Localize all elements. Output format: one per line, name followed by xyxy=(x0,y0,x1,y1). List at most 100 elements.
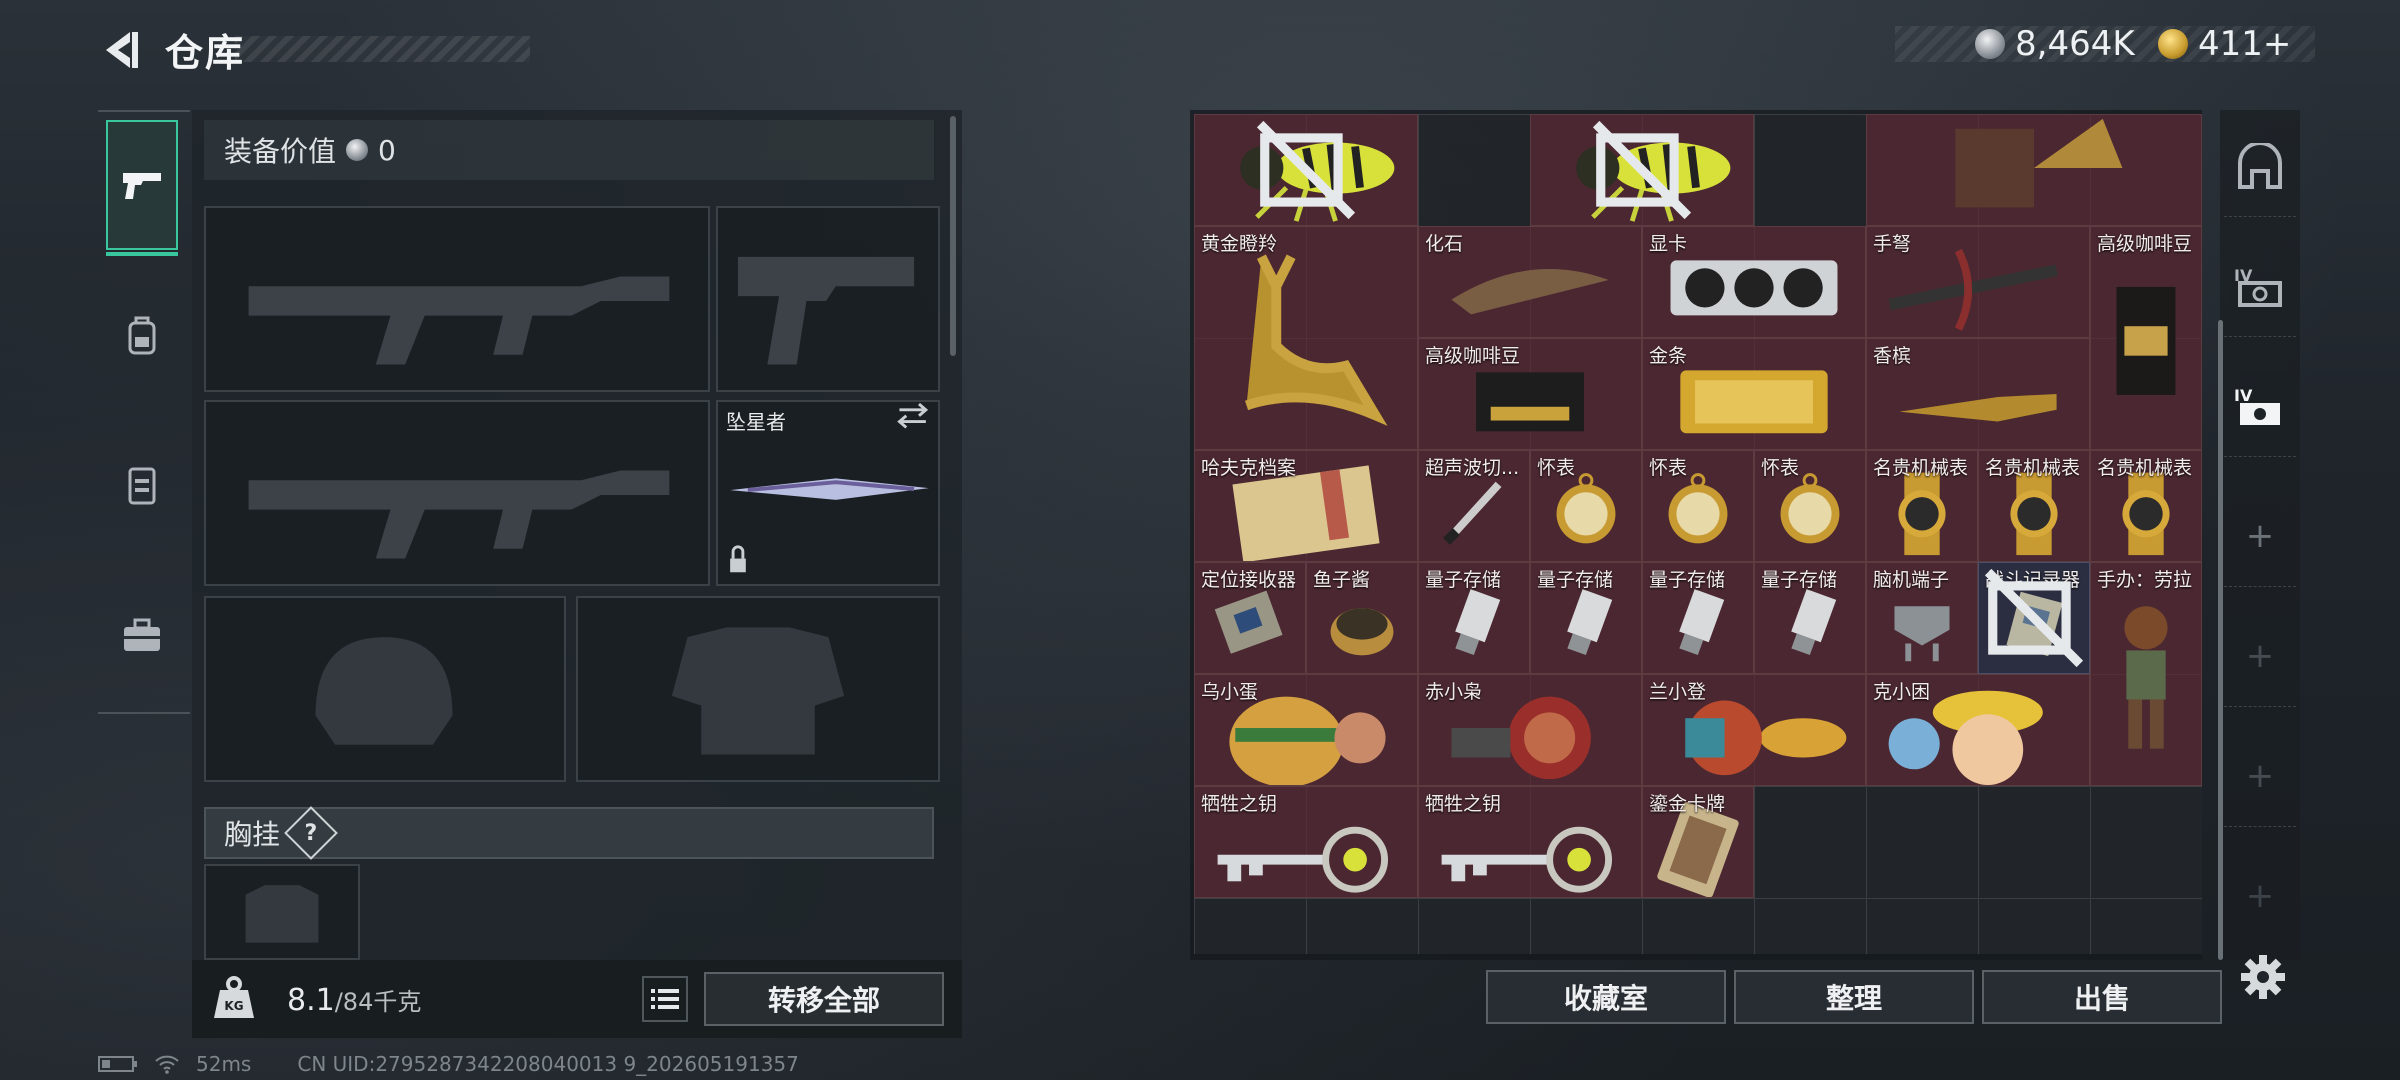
primary-weapon-slot-2[interactable] xyxy=(204,400,710,586)
item-name: 手弩 xyxy=(1873,233,1912,255)
storage-item[interactable]: 化石 xyxy=(1418,226,1642,338)
add-storage-tab-button[interactable]: + xyxy=(2224,486,2296,587)
rail-tab-backpack[interactable] xyxy=(106,270,178,400)
storage-item[interactable] xyxy=(1194,114,1418,226)
back-button[interactable] xyxy=(98,28,142,72)
silver-coin-icon xyxy=(346,139,369,161)
category-rail xyxy=(98,110,190,714)
backpack-icon xyxy=(128,316,156,355)
storage-item[interactable]: 脑机端子 xyxy=(1866,562,1978,674)
storage-item[interactable] xyxy=(1530,114,1754,226)
storage-item[interactable]: 量子存储 xyxy=(1530,562,1642,674)
equipment-scrollbar[interactable] xyxy=(950,116,956,356)
item-name: 超声波切... xyxy=(1425,457,1520,479)
coffee-item-icon xyxy=(2116,286,2176,395)
storage-item[interactable]: 量子存储 xyxy=(1754,562,1866,674)
item-name: 显卡 xyxy=(1649,233,1688,255)
storage-item[interactable]: 鎏金卡牌 xyxy=(1642,786,1754,898)
settings-button[interactable] xyxy=(2238,952,2288,1002)
add-storage-tab-button[interactable]: + xyxy=(2224,606,2296,707)
equipment-value-row: 装备价值 0 xyxy=(204,120,934,180)
collection-room-button[interactable]: 收藏室 xyxy=(1486,970,1726,1024)
storage-item[interactable]: 手弩 xyxy=(1866,226,2090,338)
storage-item[interactable]: 牺牲之钥 xyxy=(1418,786,1642,898)
helmet-slot[interactable] xyxy=(204,596,566,782)
item-name: 赤小枭 xyxy=(1425,681,1483,703)
armor-slot[interactable] xyxy=(576,596,940,782)
plus-icon: + xyxy=(2245,876,2275,916)
primary-weapon-slot[interactable] xyxy=(204,206,710,392)
item-name: 克小困 xyxy=(1873,681,1931,703)
rifle-silhouette-icon xyxy=(248,470,670,559)
item-name: 高级咖啡豆 xyxy=(1425,345,1521,367)
storage-item[interactable]: 怀表 xyxy=(1642,450,1754,562)
storage-item[interactable]: 乌小蛋 xyxy=(1194,674,1418,786)
storage-item[interactable]: 量子存储 xyxy=(1418,562,1530,674)
melee-weapon-slot[interactable]: 坠星者 xyxy=(716,400,940,586)
page-title: 仓库 xyxy=(165,31,246,75)
storage-item[interactable]: 哈夫克档案 xyxy=(1194,450,1418,562)
storage-item[interactable]: 战斗记录器 xyxy=(1978,562,2090,674)
storage-item[interactable]: 牺牲之钥 xyxy=(1194,786,1418,898)
item-name: 名贵机械表 xyxy=(1985,457,2081,479)
storage-item[interactable]: 兰小登 xyxy=(1642,674,1866,786)
storage-item[interactable]: 怀表 xyxy=(1754,450,1866,562)
storage-item[interactable]: 名贵机械表 xyxy=(1978,450,2090,562)
storage-item[interactable]: 黄金瞪羚 xyxy=(1194,226,1418,450)
storage-item[interactable]: 金条 xyxy=(1642,338,1866,450)
secondary-weapon-slot[interactable] xyxy=(716,206,940,392)
chest-rig-header: 胸挂 ? xyxy=(204,806,934,860)
item-name: 名贵机械表 xyxy=(1873,457,1969,479)
item-name: 怀表 xyxy=(1649,457,1688,479)
list-view-button[interactable] xyxy=(642,976,688,1022)
add-storage-tab-button[interactable]: + xyxy=(2224,726,2296,827)
storage-item[interactable]: 高级咖啡豆 xyxy=(2090,226,2202,450)
storage-item[interactable]: 香槟 xyxy=(1866,338,2090,450)
sell-button[interactable]: 出售 xyxy=(1982,970,2222,1024)
storage-item[interactable]: 高级咖啡豆 xyxy=(1418,338,1642,450)
help-icon[interactable]: ? xyxy=(284,806,338,860)
rail-tab-vest[interactable] xyxy=(106,420,178,550)
chest-rig-slot[interactable] xyxy=(204,864,360,960)
storage-item[interactable]: 怀表 xyxy=(1530,450,1642,562)
status-bar: 52ms CN UID:2795287342208040013 9_202605… xyxy=(98,1052,799,1076)
storage-item[interactable]: 克小困 xyxy=(1866,674,2090,786)
storage-item[interactable]: 赤小枭 xyxy=(1418,674,1642,786)
item-name: 量子存储 xyxy=(1537,569,1614,591)
storage-item[interactable]: 量子存储 xyxy=(1642,562,1754,674)
storage-box-icon: IV xyxy=(2234,386,2280,425)
storage-item[interactable]: 超声波切... xyxy=(1418,450,1530,562)
add-storage-tab-button[interactable]: + xyxy=(2224,846,2296,946)
storage-item[interactable] xyxy=(1866,114,2202,226)
transfer-all-button[interactable]: 转移全部 xyxy=(704,972,944,1026)
storage-item[interactable]: 名贵机械表 xyxy=(2090,450,2202,562)
storage-item[interactable]: 手办：劳拉 xyxy=(2090,562,2202,786)
pistol-icon xyxy=(123,173,161,199)
storage-item[interactable]: 名贵机械表 xyxy=(1866,450,1978,562)
item-name: 鎏金卡牌 xyxy=(1649,793,1726,815)
item-name: 高级咖啡豆 xyxy=(2097,233,2193,255)
list-icon xyxy=(651,989,679,1009)
organize-button[interactable]: 整理 xyxy=(1734,970,1974,1024)
item-name: 黄金瞪羚 xyxy=(1201,233,1278,255)
storage-tab-4a[interactable]: IV xyxy=(2224,236,2296,337)
svg-text:KG: KG xyxy=(224,999,243,1013)
gold-currency[interactable]: 411+ xyxy=(2158,24,2291,64)
storage-item[interactable]: 鱼子酱 xyxy=(1306,562,1418,674)
rail-tab-weapons[interactable] xyxy=(106,120,178,256)
battery-icon xyxy=(98,1056,137,1072)
storage-tab-rail: IV IV + + + + xyxy=(2220,110,2300,960)
gear-icon xyxy=(2241,955,2285,999)
rail-tab-case[interactable] xyxy=(106,570,178,700)
equipment-value-label: 装备价值 xyxy=(224,135,337,168)
knife-icon xyxy=(730,402,929,573)
storage-box-icon: IV xyxy=(2234,266,2282,307)
storage-tab-home[interactable] xyxy=(2224,116,2296,217)
storage-item[interactable]: 显卡 xyxy=(1642,226,1866,338)
storage-scrollbar[interactable] xyxy=(2218,320,2223,960)
ping-readout: 52ms xyxy=(196,1052,252,1076)
wifi-icon xyxy=(155,1055,179,1074)
weight-readout: 8.1/84千克 xyxy=(287,982,421,1018)
storage-item[interactable]: 定位接收器 xyxy=(1194,562,1306,674)
storage-tab-4b[interactable]: IV xyxy=(2224,356,2296,457)
